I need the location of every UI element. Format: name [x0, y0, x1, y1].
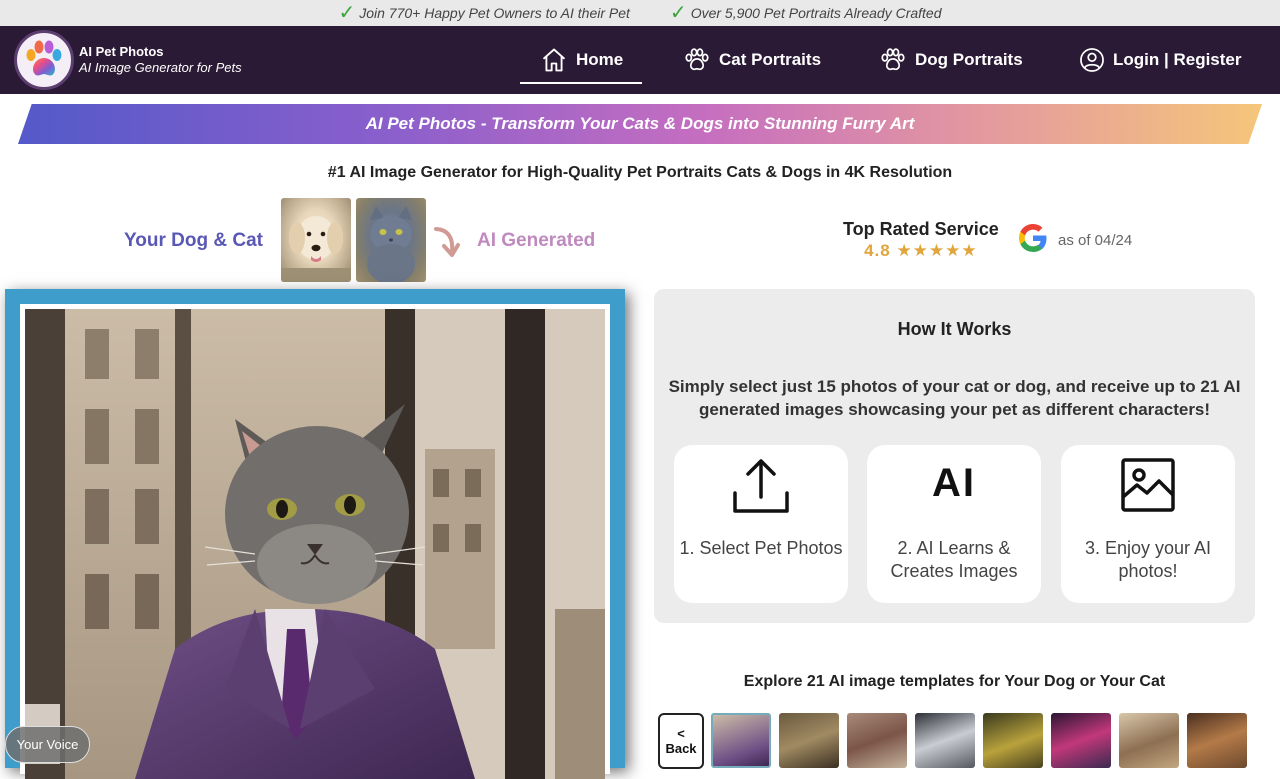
step-ai-learns: AI 2. AI Learns & Creates Images: [867, 445, 1041, 603]
active-nav-indicator: [520, 82, 642, 84]
brand-name: AI Pet Photos: [79, 44, 164, 59]
template-thumbnail[interactable]: [711, 713, 771, 768]
template-thumbnail[interactable]: [915, 713, 975, 768]
ai-icon-text: AI: [932, 461, 976, 505]
step-select-photos: 1. Select Pet Photos: [674, 445, 848, 603]
checkmark-icon: ✓: [669, 2, 687, 24]
nav-login-label: Login | Register: [1113, 50, 1242, 69]
promo-item-owners: ✓ Join 770+ Happy Pet Owners to AI their…: [338, 3, 629, 23]
upload-icon: [674, 457, 848, 517]
step-label: 3. Enjoy your AI photos!: [1084, 538, 1212, 581]
back-label: Back: [665, 741, 697, 756]
page-subtitle: #1 AI Image Generator for High-Quality P…: [327, 164, 953, 181]
rating-stars: ★★★★★: [896, 241, 978, 260]
featured-portrait-mat: [20, 304, 610, 779]
ai-icon: AI: [867, 457, 1041, 509]
home-icon: [540, 46, 568, 74]
step-label: 1. Select Pet Photos: [679, 538, 843, 558]
rating-score: 4.8 ★★★★★: [843, 241, 999, 261]
your-voice-button[interactable]: Your Voice: [5, 726, 90, 763]
brand-tagline: AI Image Generator for Pets: [79, 60, 242, 75]
source-cat-photo: [356, 198, 426, 282]
step-enjoy-photos: 3. Enjoy your AI photos!: [1061, 445, 1235, 603]
template-thumbnail[interactable]: [1119, 713, 1179, 768]
back-arrow: <: [677, 726, 685, 741]
how-it-works-title: How It Works: [897, 319, 1012, 339]
brand[interactable]: AI Pet Photos AI Image Generator for Pet…: [79, 44, 242, 75]
ai-generated-label: AI Generated: [477, 230, 596, 251]
featured-cat-portrait[interactable]: [25, 309, 605, 779]
carousel-back-button[interactable]: < Back: [658, 713, 704, 769]
nav-cat-label: Cat Portraits: [719, 50, 822, 69]
user-icon: [1079, 47, 1105, 73]
step-label: 2. AI Learns & Creates Images: [890, 538, 1018, 581]
template-thumbnail[interactable]: [1051, 713, 1111, 768]
rating-title: Top Rated Service: [843, 219, 999, 239]
nav-home-label: Home: [576, 50, 624, 69]
google-icon: [1015, 220, 1051, 261]
featured-portrait-frame: [5, 289, 625, 779]
promo-text: Over 5,900 Pet Portraits Already Crafted: [690, 5, 942, 21]
promo-bar: ✓ Join 770+ Happy Pet Owners to AI their…: [0, 0, 1280, 26]
how-it-works-description: Simply select just 15 photos of your cat…: [668, 377, 1241, 419]
promo-text: Join 770+ Happy Pet Owners to AI their P…: [359, 5, 630, 21]
paw-icon: [879, 46, 907, 74]
rating-date: as of 04/24: [1058, 232, 1133, 249]
top-navigation: AI Pet Photos AI Image Generator for Pet…: [0, 26, 1280, 94]
nav-dog-label: Dog Portraits: [915, 50, 1023, 69]
template-thumbnail[interactable]: [983, 713, 1043, 768]
hero-banner: AI Pet Photos - Transform Your Cats & Do…: [18, 104, 1262, 144]
paw-logo-icon[interactable]: [14, 30, 74, 90]
rating-value: 4.8: [864, 241, 891, 260]
your-pet-label: Your Dog & Cat: [124, 230, 263, 251]
curved-arrow-icon: [432, 224, 462, 263]
image-icon: [1061, 457, 1235, 513]
template-thumbnail[interactable]: [847, 713, 907, 768]
explore-templates-title: Explore 21 AI image templates for Your D…: [743, 673, 1166, 690]
promo-item-portraits: ✓ Over 5,900 Pet Portraits Already Craft…: [670, 3, 942, 23]
checkmark-icon: ✓: [338, 2, 356, 24]
nav-login-register[interactable]: Login | Register: [1079, 26, 1242, 94]
nav-dog-portraits[interactable]: Dog Portraits: [879, 26, 1023, 94]
paw-icon: [683, 46, 711, 74]
how-it-works-panel: How It Works Simply select just 15 photo…: [654, 289, 1255, 623]
template-thumbnail[interactable]: [1187, 713, 1247, 768]
nav-cat-portraits[interactable]: Cat Portraits: [683, 26, 821, 94]
rating-block: Top Rated Service 4.8 ★★★★★: [843, 219, 999, 261]
template-thumbnail[interactable]: [779, 713, 839, 768]
source-dog-photo: [281, 198, 351, 282]
